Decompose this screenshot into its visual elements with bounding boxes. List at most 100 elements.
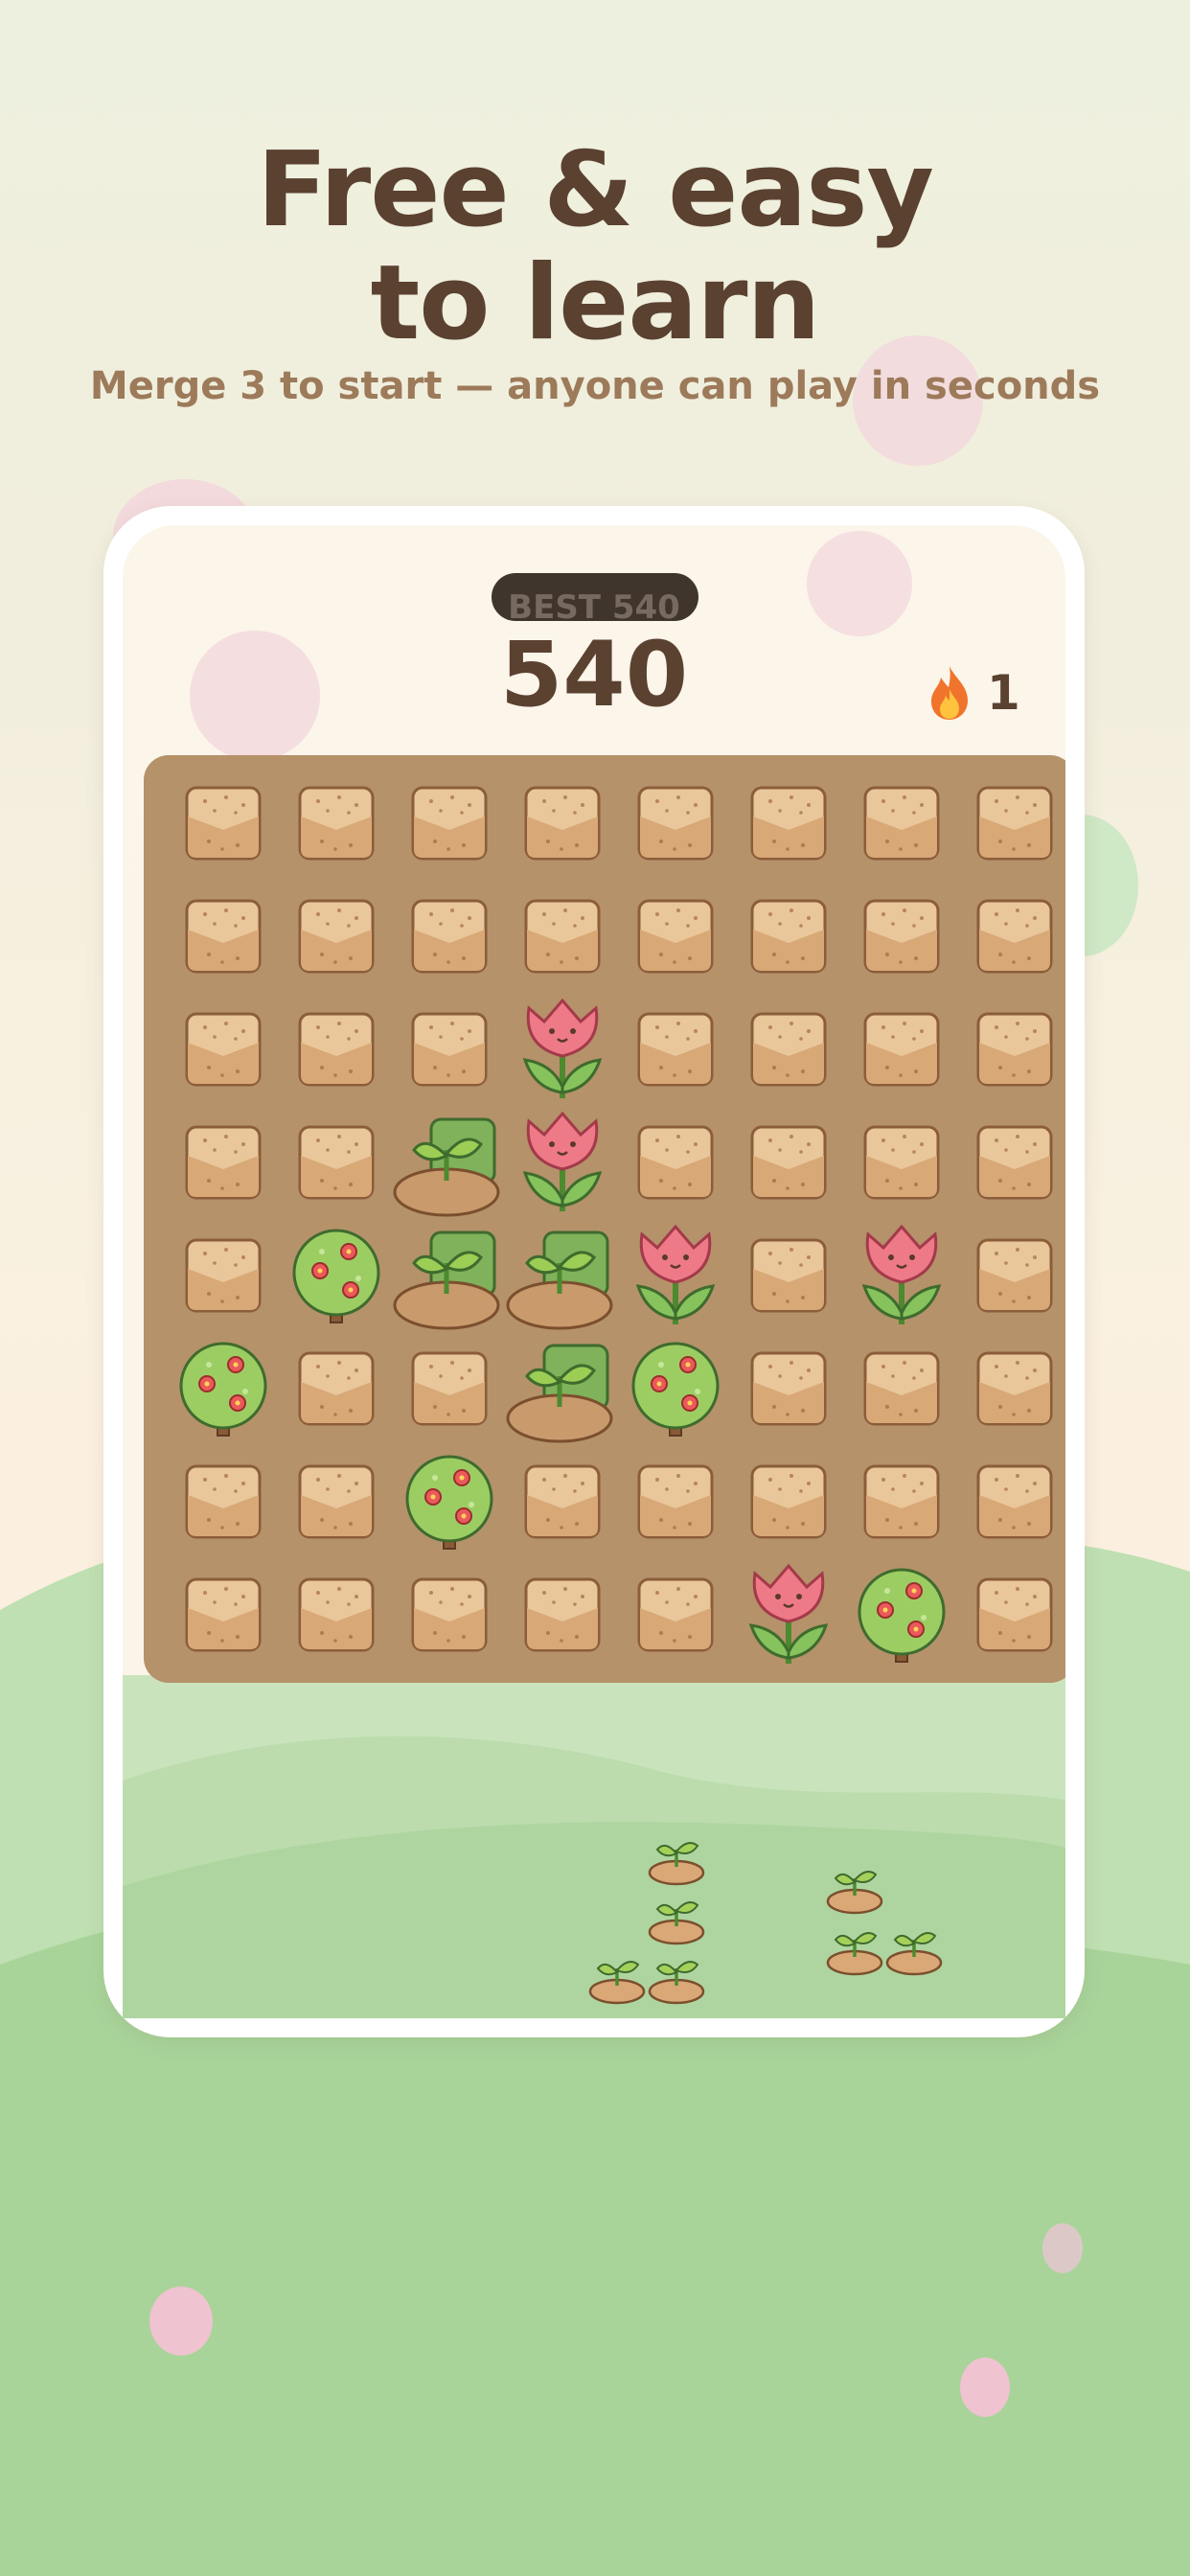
board-cell-soil[interactable] — [958, 993, 1065, 1106]
board-cell-soil[interactable] — [732, 1445, 845, 1558]
board-cell-soil[interactable] — [619, 993, 732, 1106]
board-cell-soil[interactable] — [958, 1445, 1065, 1558]
board-cell-soil[interactable] — [845, 993, 958, 1106]
board-cell-soil[interactable] — [280, 993, 393, 1106]
soil-icon — [298, 1351, 375, 1426]
tulip-icon — [748, 1563, 829, 1664]
soil-icon — [185, 786, 262, 861]
tulip-icon — [522, 1111, 603, 1211]
decor-dot — [1042, 2223, 1083, 2273]
board-cell-soil[interactable] — [393, 1332, 506, 1445]
board-cell-soil[interactable] — [167, 767, 280, 880]
board-cell-sprout[interactable] — [506, 1332, 619, 1445]
board-cell-sprout[interactable] — [393, 1106, 506, 1219]
board-cell-soil[interactable] — [619, 767, 732, 880]
board-cell-sprout[interactable] — [506, 1219, 619, 1332]
board-cell-tulip[interactable] — [732, 1558, 845, 1671]
board-cell-soil[interactable] — [958, 1558, 1065, 1671]
soil-icon — [863, 1125, 940, 1200]
board-cell-bush[interactable] — [167, 1332, 280, 1445]
board-cell-soil[interactable] — [167, 1219, 280, 1332]
soil-icon — [185, 899, 262, 974]
board-cell-soil[interactable] — [732, 767, 845, 880]
soil-icon — [298, 899, 375, 974]
sprout-icon — [586, 1945, 648, 2007]
soil-icon — [637, 1012, 714, 1087]
board-cell-tulip[interactable] — [845, 1219, 958, 1332]
board-cell-bush[interactable] — [845, 1558, 958, 1671]
board-cell-tulip[interactable] — [506, 993, 619, 1106]
board-cell-soil[interactable] — [619, 880, 732, 993]
board-cell-soil[interactable] — [280, 1106, 393, 1219]
board-cell-soil[interactable] — [958, 767, 1065, 880]
board-cell-soil[interactable] — [167, 1558, 280, 1671]
soil-icon — [298, 786, 375, 861]
sprout-icon — [506, 1230, 613, 1330]
board-cell-sprout[interactable] — [393, 1219, 506, 1332]
soil-icon — [524, 1464, 601, 1539]
board-cell-soil[interactable] — [280, 880, 393, 993]
soil-icon — [750, 1464, 827, 1539]
board-cell-soil[interactable] — [732, 880, 845, 993]
board-cell-tulip[interactable] — [506, 1106, 619, 1219]
board-cell-soil[interactable] — [393, 880, 506, 993]
soil-icon — [185, 1012, 262, 1087]
board-cell-soil[interactable] — [506, 880, 619, 993]
board-cell-bush[interactable] — [280, 1219, 393, 1332]
board-cell-soil[interactable] — [167, 1445, 280, 1558]
board-cell-soil[interactable] — [280, 1558, 393, 1671]
board-cell-soil[interactable] — [732, 1106, 845, 1219]
soil-icon — [524, 1577, 601, 1652]
sprout-icon — [824, 1855, 885, 1917]
streak-count: 1 — [987, 665, 1020, 721]
board-cell-bush[interactable] — [619, 1332, 732, 1445]
soil-icon — [637, 1125, 714, 1200]
game-screen: BEST 540 540 1 — [123, 525, 1065, 2018]
board-cell-soil[interactable] — [506, 1445, 619, 1558]
board-cell-soil[interactable] — [393, 993, 506, 1106]
board-cell-soil[interactable] — [845, 1332, 958, 1445]
soil-icon — [185, 1125, 262, 1200]
board-cell-soil[interactable] — [619, 1558, 732, 1671]
current-score: 540 — [499, 623, 689, 727]
soil-icon — [976, 1238, 1053, 1313]
soil-icon — [976, 899, 1053, 974]
board-cell-soil[interactable] — [845, 1106, 958, 1219]
board-cell-soil[interactable] — [280, 1332, 393, 1445]
bush-icon — [631, 1342, 720, 1437]
decor-dot — [960, 2358, 1010, 2417]
board-cell-soil[interactable] — [958, 1332, 1065, 1445]
board-cell-soil[interactable] — [280, 1445, 393, 1558]
board-cell-soil[interactable] — [958, 1106, 1065, 1219]
board-cell-soil[interactable] — [506, 1558, 619, 1671]
board-cell-tulip[interactable] — [619, 1219, 732, 1332]
sprout-icon — [646, 1827, 707, 1888]
soil-icon — [750, 1351, 827, 1426]
board-cell-soil[interactable] — [506, 767, 619, 880]
board-cell-bush[interactable] — [393, 1445, 506, 1558]
game-board[interactable] — [144, 755, 1065, 1683]
soil-icon — [976, 1464, 1053, 1539]
sprout-icon — [393, 1117, 500, 1217]
board-cell-soil[interactable] — [732, 1219, 845, 1332]
board-cell-soil[interactable] — [845, 1445, 958, 1558]
board-cell-soil[interactable] — [732, 993, 845, 1106]
board-cell-soil[interactable] — [732, 1332, 845, 1445]
board-cell-soil[interactable] — [958, 880, 1065, 993]
board-cell-soil[interactable] — [393, 767, 506, 880]
soil-icon — [863, 1464, 940, 1539]
board-cell-soil[interactable] — [958, 1219, 1065, 1332]
flame-icon — [931, 666, 968, 720]
board-cell-soil[interactable] — [167, 1106, 280, 1219]
soil-icon — [637, 1464, 714, 1539]
board-cell-soil[interactable] — [167, 880, 280, 993]
board-cell-soil[interactable] — [167, 993, 280, 1106]
board-cell-soil[interactable] — [845, 767, 958, 880]
soil-icon — [185, 1577, 262, 1652]
sprout-icon — [824, 1917, 885, 1978]
board-cell-soil[interactable] — [280, 767, 393, 880]
board-cell-soil[interactable] — [393, 1558, 506, 1671]
board-cell-soil[interactable] — [619, 1445, 732, 1558]
board-cell-soil[interactable] — [845, 880, 958, 993]
board-cell-soil[interactable] — [619, 1106, 732, 1219]
